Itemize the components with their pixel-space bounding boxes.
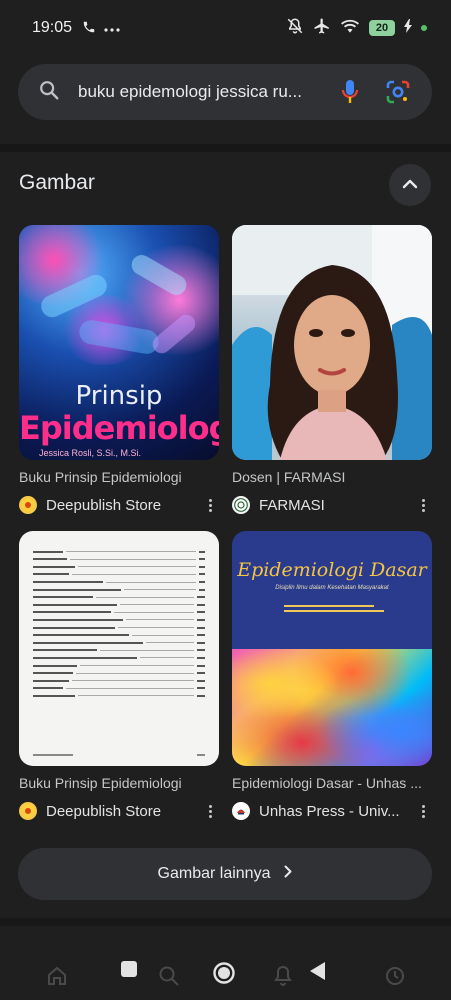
more-images-button[interactable]: Gambar lainnya <box>18 848 432 900</box>
section-title: Gambar <box>19 171 95 194</box>
cover-title-line-2: Epidemiologi <box>19 409 219 447</box>
home-icon[interactable] <box>45 964 69 993</box>
notifications-icon[interactable] <box>271 964 295 993</box>
cover-author: Jessica Rosli, S.Si., M.Si. <box>39 448 142 458</box>
image-result-card[interactable]: Buku Prinsip Epidemiologi Deepublish Sto… <box>19 531 219 822</box>
source-name: Deepublish Store <box>46 802 162 820</box>
source-name: Deepublish Store <box>46 496 162 514</box>
result-source[interactable]: Unhas Press - Univ... <box>232 800 432 822</box>
cover-title-line-1: Prinsip <box>75 381 163 411</box>
cover-title: Epidemiologi Dasar <box>237 559 427 581</box>
unhas-press-favicon <box>232 802 250 820</box>
cover-artwork <box>232 649 432 766</box>
section-divider <box>0 918 451 926</box>
back-button[interactable] <box>308 961 326 986</box>
deepublish-favicon <box>19 802 37 820</box>
image-result-card[interactable]: Prinsip Epidemiologi Jessica Rosli, S.Si… <box>19 225 219 516</box>
collapse-section-button[interactable] <box>389 164 431 206</box>
search-input[interactable]: buku epidemologi jessica ru... <box>78 82 332 102</box>
source-name: Unhas Press - Univ... <box>259 802 400 820</box>
charging-icon <box>404 18 412 38</box>
result-title[interactable]: Epidemiologi Dasar - Unhas ... <box>232 775 432 791</box>
status-bar: 19:05 20 <box>0 0 451 56</box>
cover-authors <box>284 605 384 615</box>
more-options-icon[interactable] <box>414 498 432 512</box>
search-icon <box>38 79 60 106</box>
mute-icon <box>286 17 304 40</box>
deepublish-favicon <box>19 496 37 514</box>
more-images-label: Gambar lainnya <box>157 865 271 882</box>
result-title[interactable]: Buku Prinsip Epidemiologi <box>19 775 219 791</box>
search-bar[interactable]: buku epidemologi jessica ru... <box>18 64 432 120</box>
system-home-button[interactable] <box>212 961 236 990</box>
result-title[interactable]: Dosen | FARMASI <box>232 469 432 485</box>
image-result-card[interactable]: Epidemiologi Dasar Disiplin Ilmu dalam K… <box>232 531 432 822</box>
chevron-right-icon <box>284 865 292 883</box>
google-lens-icon[interactable] <box>380 74 416 110</box>
result-thumbnail[interactable]: Epidemiologi Dasar Disiplin Ilmu dalam K… <box>232 531 432 766</box>
result-thumbnail[interactable] <box>232 225 432 460</box>
image-result-card[interactable]: Dosen | FARMASI FARMASI <box>232 225 432 516</box>
result-thumbnail[interactable] <box>19 531 219 766</box>
section-divider <box>0 144 451 152</box>
recent-apps-button[interactable] <box>120 960 138 983</box>
history-icon[interactable] <box>383 964 407 993</box>
result-source[interactable]: Deepublish Store <box>19 494 219 516</box>
wifi-icon <box>340 18 360 39</box>
battery-indicator: 20 <box>369 20 395 36</box>
result-title[interactable]: Buku Prinsip Epidemiologi <box>19 469 219 485</box>
source-name: FARMASI <box>259 496 325 514</box>
result-source[interactable]: FARMASI <box>232 494 432 516</box>
more-options-icon[interactable] <box>201 804 219 818</box>
result-source[interactable]: Deepublish Store <box>19 800 219 822</box>
search-nav-icon[interactable] <box>157 964 181 993</box>
more-options-icon[interactable] <box>201 498 219 512</box>
status-time: 19:05 <box>32 19 73 36</box>
more-notifications-icon <box>104 20 120 36</box>
privacy-dot <box>421 25 427 31</box>
cover-subtitle: Disiplin Ilmu dalam Kesehatan Masyarakat <box>275 585 389 591</box>
farmasi-favicon <box>232 496 250 514</box>
voice-search-icon[interactable] <box>332 74 368 110</box>
airplane-mode-icon <box>313 17 331 40</box>
result-thumbnail[interactable]: Prinsip Epidemiologi Jessica Rosli, S.Si… <box>19 225 219 460</box>
phone-call-icon <box>82 20 96 37</box>
more-options-icon[interactable] <box>414 804 432 818</box>
chevron-up-icon <box>402 176 418 194</box>
